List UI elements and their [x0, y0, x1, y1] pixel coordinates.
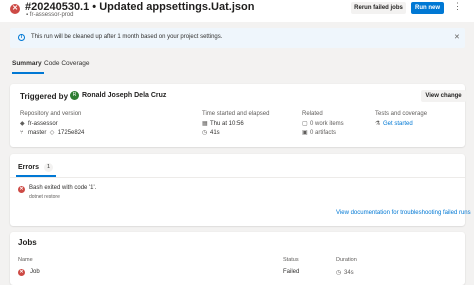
start-time-text: Thu at 10:56: [210, 121, 244, 127]
work-items[interactable]: ▢ 0 work items: [302, 120, 344, 127]
work-item-icon: ▢: [302, 121, 308, 127]
repo-heading: Repository and version: [20, 111, 82, 117]
work-items-text: 0 work items: [310, 121, 344, 127]
artifacts-text: 0 artifacts: [310, 130, 337, 136]
col-duration-header: Duration: [336, 257, 357, 263]
pipeline-link[interactable]: ▪ fr-assessor-prod: [26, 12, 73, 18]
artifact-icon: ▣: [302, 130, 308, 136]
repo-name: fr-assessor: [28, 121, 58, 127]
banner-text: This run will be cleaned up after 1 mont…: [31, 34, 223, 40]
elapsed-time: ◷ 41s: [202, 129, 220, 136]
errors-card: Errors 1 ✕ Bash exited with code '1'. do…: [10, 154, 471, 226]
start-time: ▦ Thu at 10:56: [202, 120, 244, 127]
calendar-icon: ▦: [202, 121, 208, 127]
commit-icon: ◇: [49, 130, 55, 136]
tab-summary[interactable]: Summary: [12, 60, 42, 67]
jobs-card: Jobs Name Status Duration ✕ Job Failed ◷…: [10, 232, 465, 285]
error-source: dotnet restore: [29, 194, 60, 200]
commit-id: 1725e824: [57, 130, 85, 136]
branch-icon: ⑂: [20, 130, 24, 136]
elapsed-time-text: 41s: [210, 130, 220, 136]
branch-commit[interactable]: ⑂ master ◇ 1725e824: [20, 129, 84, 136]
time-heading: Time started and elapsed: [202, 111, 270, 117]
repo-link[interactable]: ◆ fr-assessor: [20, 120, 58, 127]
avatar: R: [70, 91, 79, 100]
retention-banner: i This run will be cleaned up after 1 mo…: [10, 28, 465, 48]
jobs-title: Jobs: [18, 238, 37, 247]
job-failed-icon: ✕: [18, 269, 25, 276]
repo-icon: ◆: [20, 121, 25, 127]
job-name[interactable]: Job: [30, 269, 40, 275]
artifacts[interactable]: ▣ 0 artifacts: [302, 129, 336, 136]
info-icon: i: [18, 34, 25, 41]
get-started-text: Get started: [383, 121, 413, 127]
run-new-button[interactable]: Run new: [411, 2, 444, 14]
rerun-failed-jobs-button[interactable]: Rerun failed jobs: [351, 2, 406, 14]
triggered-by-user: Ronald Joseph Dela Cruz: [82, 92, 167, 99]
job-duration: ◷ 34s: [336, 269, 354, 276]
summary-card: Triggered by R Ronald Joseph Dela Cruz V…: [10, 84, 466, 147]
error-icon: ✕: [18, 186, 25, 193]
clock-icon: ◷: [202, 130, 208, 136]
run-header: ✕ #20240530.1 • Updated appsettings.Uat.…: [0, 0, 474, 22]
clock-icon: ◷: [336, 270, 342, 276]
failed-status-icon: ✕: [10, 4, 20, 14]
pipeline-name: fr-assessor-prod: [29, 12, 74, 18]
related-heading: Related: [302, 111, 323, 117]
tab-summary-underline: [12, 72, 44, 74]
tests-heading: Tests and coverage: [375, 111, 428, 117]
tests-icon: ⚗: [375, 121, 381, 127]
job-status: Failed: [283, 269, 300, 275]
job-duration-text: 34s: [344, 270, 354, 276]
run-tabs: Summary Code Coverage: [10, 60, 210, 76]
tab-code-coverage[interactable]: Code Coverage: [44, 60, 90, 67]
branch-name: master: [28, 130, 47, 136]
more-actions-icon[interactable]: ⋮: [453, 1, 462, 12]
get-started-link[interactable]: ⚗ Get started: [375, 120, 413, 127]
close-icon[interactable]: ✕: [454, 33, 460, 41]
col-status-header: Status: [283, 257, 299, 263]
col-name-header: Name: [18, 257, 33, 263]
divider: [10, 177, 465, 178]
errors-count-badge: 1: [44, 163, 53, 172]
view-change-button[interactable]: View change: [421, 90, 466, 102]
triggered-by-label: Triggered by: [20, 92, 69, 101]
troubleshooting-link[interactable]: View documentation for troubleshooting f…: [336, 210, 471, 216]
error-message[interactable]: Bash exited with code '1'.: [29, 185, 96, 191]
errors-tab[interactable]: Errors: [18, 164, 39, 171]
